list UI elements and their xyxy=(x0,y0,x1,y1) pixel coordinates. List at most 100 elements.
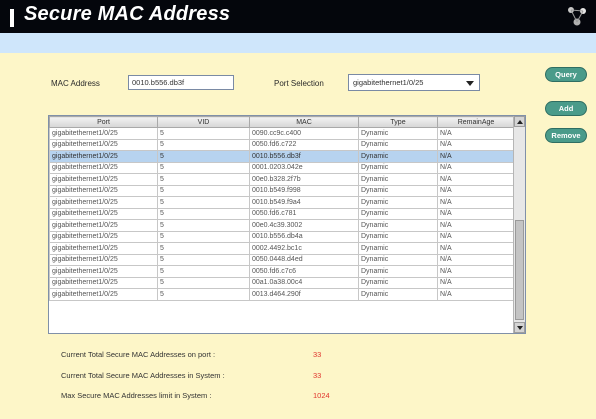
table-row[interactable]: gigabitethernet1/0/25 5 00e0.b328.2f7b Dyna… xyxy=(49,173,515,186)
table-row[interactable]: gigabitethernet1/0/25 5 0010.b549.f998 Dyna… xyxy=(49,184,515,197)
cell-remain-age: N/A xyxy=(437,288,515,301)
title-accent-bar xyxy=(10,9,14,27)
column-header-mac[interactable]: MAC xyxy=(249,116,359,128)
scroll-up-button[interactable] xyxy=(514,116,525,127)
cell-remain-age: N/A xyxy=(437,242,515,255)
title-bar: Secure MAC Address xyxy=(0,0,596,33)
cell-type: Dynamic xyxy=(358,276,438,289)
cell-type: Dynamic xyxy=(358,150,438,163)
table-row[interactable]: gigabitethernet1/0/25 5 00e0.4c39.3002 Dyna… xyxy=(49,219,515,232)
cell-remain-age: N/A xyxy=(437,253,515,266)
table-row[interactable]: gigabitethernet1/0/25 5 0010.b556.db3f Dyna… xyxy=(49,150,515,163)
cell-type: Dynamic xyxy=(358,219,438,232)
cell-port: gigabitethernet1/0/25 xyxy=(49,276,158,289)
scroll-down-arrow-icon xyxy=(517,326,523,330)
table-scrollbar[interactable] xyxy=(513,116,525,333)
cell-vid: 5 xyxy=(157,207,250,220)
cell-mac: 0010.b549.f9a4 xyxy=(249,196,359,209)
cell-type: Dynamic xyxy=(358,173,438,186)
cell-port: gigabitethernet1/0/25 xyxy=(49,288,158,301)
cell-port: gigabitethernet1/0/25 xyxy=(49,138,158,151)
cell-type: Dynamic xyxy=(358,138,438,151)
cell-vid: 5 xyxy=(157,150,250,163)
cell-type: Dynamic xyxy=(358,207,438,220)
cell-mac: 0050.fd6.c781 xyxy=(249,207,359,220)
cell-port: gigabitethernet1/0/25 xyxy=(49,242,158,255)
port-selection-label: Port Selection xyxy=(274,79,324,88)
cell-vid: 5 xyxy=(157,276,250,289)
cell-vid: 5 xyxy=(157,242,250,255)
mac-address-label: MAC Address xyxy=(51,79,100,88)
table-row[interactable]: gigabitethernet1/0/25 5 0050.0448.d4ed Dyna… xyxy=(49,253,515,266)
max-limit-label: Max Secure MAC Addresses limit in System… xyxy=(61,391,212,400)
column-header-vid[interactable]: VID xyxy=(157,116,250,128)
table-row[interactable]: gigabitethernet1/0/25 5 0010.b556.db4a Dyna… xyxy=(49,230,515,243)
port-selection-value: gigabitethernet1/0/25 xyxy=(353,78,424,87)
cell-port: gigabitethernet1/0/25 xyxy=(49,253,158,266)
cell-vid: 5 xyxy=(157,219,250,232)
cell-vid: 5 xyxy=(157,161,250,174)
cell-vid: 5 xyxy=(157,253,250,266)
table-row[interactable]: gigabitethernet1/0/25 5 0090.cc9c.c400 Dyna… xyxy=(49,127,515,140)
cell-remain-age: N/A xyxy=(437,173,515,186)
cell-type: Dynamic xyxy=(358,253,438,266)
cell-port: gigabitethernet1/0/25 xyxy=(49,127,158,140)
mac-address-input[interactable]: 0010.b556.db3f xyxy=(128,75,234,90)
cell-mac: 0090.cc9c.c400 xyxy=(249,127,359,140)
remove-button[interactable]: Remove xyxy=(545,128,587,143)
table-row[interactable]: gigabitethernet1/0/25 5 0013.d464.290f Dyna… xyxy=(49,288,515,301)
table-row[interactable]: gigabitethernet1/0/25 5 0010.b549.f9a4 Dyna… xyxy=(49,196,515,209)
column-header-port[interactable]: Port xyxy=(49,116,158,128)
column-header-remain-age[interactable]: RemainAge xyxy=(437,116,515,128)
cell-type: Dynamic xyxy=(358,265,438,278)
table-row[interactable]: gigabitethernet1/0/25 5 00a1.0a38.00c4 Dyna… xyxy=(49,276,515,289)
cell-mac: 0010.b549.f998 xyxy=(249,184,359,197)
system-total-value: 33 xyxy=(313,371,322,380)
network-nodes-icon xyxy=(568,7,586,26)
cell-mac: 0050.fd6.c722 xyxy=(249,138,359,151)
cell-vid: 5 xyxy=(157,265,250,278)
cell-type: Dynamic xyxy=(358,288,438,301)
cell-vid: 5 xyxy=(157,196,250,209)
cell-mac: 0050.fd6.c7c6 xyxy=(249,265,359,278)
cell-port: gigabitethernet1/0/25 xyxy=(49,219,158,232)
cell-remain-age: N/A xyxy=(437,276,515,289)
table-row[interactable]: gigabitethernet1/0/25 5 0001.0203.042e Dyna… xyxy=(49,161,515,174)
cell-port: gigabitethernet1/0/25 xyxy=(49,150,158,163)
cell-mac: 00a1.0a38.00c4 xyxy=(249,276,359,289)
page-title: Secure MAC Address xyxy=(24,3,231,25)
cell-remain-age: N/A xyxy=(437,265,515,278)
cell-remain-age: N/A xyxy=(437,161,515,174)
header-banner xyxy=(0,33,596,53)
port-selection-dropdown[interactable]: gigabitethernet1/0/25 xyxy=(348,74,480,91)
cell-port: gigabitethernet1/0/25 xyxy=(49,196,158,209)
cell-mac: 00e0.4c39.3002 xyxy=(249,219,359,232)
cell-remain-age: N/A xyxy=(437,138,515,151)
cell-vid: 5 xyxy=(157,138,250,151)
scrollbar-thumb[interactable] xyxy=(515,220,524,320)
table-header-row: Port VID MAC Type RemainAge xyxy=(49,116,515,128)
table-row[interactable]: gigabitethernet1/0/25 5 0050.fd6.c7c6 Dynam… xyxy=(49,265,515,278)
query-button[interactable]: Query xyxy=(545,67,587,82)
system-total-label: Current Total Secure MAC Addresses in Sy… xyxy=(61,371,225,380)
cell-mac: 0050.0448.d4ed xyxy=(249,253,359,266)
scroll-down-button[interactable] xyxy=(514,322,525,333)
cell-vid: 5 xyxy=(157,184,250,197)
table-row[interactable]: gigabitethernet1/0/25 5 0002.4492.bc1c Dyna… xyxy=(49,242,515,255)
cell-remain-age: N/A xyxy=(437,230,515,243)
cell-mac: 00e0.b328.2f7b xyxy=(249,173,359,186)
mac-address-table: Port VID MAC Type RemainAge gigabitether… xyxy=(48,115,526,334)
port-total-value: 33 xyxy=(313,350,322,359)
cell-mac: 0010.b556.db4a xyxy=(249,230,359,243)
scroll-up-arrow-icon xyxy=(517,120,523,124)
cell-remain-age: N/A xyxy=(437,150,515,163)
port-total-label: Current Total Secure MAC Addresses on po… xyxy=(61,350,216,359)
cell-remain-age: N/A xyxy=(437,127,515,140)
cell-mac: 0001.0203.042e xyxy=(249,161,359,174)
add-button[interactable]: Add xyxy=(545,101,587,116)
table-row[interactable]: gigabitethernet1/0/25 5 0050.fd6.c781 Dynam… xyxy=(49,207,515,220)
cell-remain-age: N/A xyxy=(437,184,515,197)
table-row[interactable]: gigabitethernet1/0/25 5 0050.fd6.c722 Dynam… xyxy=(49,138,515,151)
cell-port: gigabitethernet1/0/25 xyxy=(49,173,158,186)
column-header-type[interactable]: Type xyxy=(358,116,438,128)
